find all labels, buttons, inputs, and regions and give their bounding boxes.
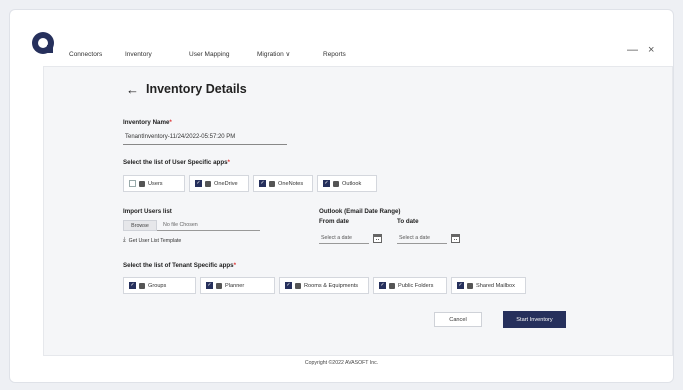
page-title: Inventory Details bbox=[146, 82, 247, 96]
checkbox-planner[interactable]: ✓ Planner bbox=[200, 277, 275, 294]
user-apps-label: Select the list of User Specific apps* bbox=[123, 159, 230, 166]
checkbox-box[interactable]: ✓ bbox=[195, 180, 202, 187]
tenant-apps-label: Select the list of Tenant Specific apps* bbox=[123, 262, 236, 269]
checkbox-box[interactable]: ✓ bbox=[379, 282, 386, 289]
nav-inventory[interactable]: Inventory bbox=[118, 50, 182, 67]
top-nav: Connectors Inventory User Mapping Migrat… bbox=[62, 50, 376, 67]
user-apps-group: Users ✓ OneDrive ✓ OneNotes ✓ Outlook bbox=[123, 175, 377, 192]
user-list-template-link[interactable]: ⤓ Get User List Template bbox=[123, 237, 181, 244]
inventory-name-label: Inventory Name* bbox=[123, 119, 172, 126]
app-window: Connectors Inventory User Mapping Migrat… bbox=[9, 9, 674, 383]
checkbox-label: OneDrive bbox=[214, 180, 238, 187]
checkbox-box[interactable]: ✓ bbox=[323, 180, 330, 187]
footer-copyright: Copyright ©2022 AVASOFT Inc. bbox=[304, 360, 379, 366]
outlook-icon bbox=[333, 180, 339, 187]
groups-icon bbox=[139, 282, 145, 289]
onedrive-icon bbox=[205, 180, 211, 187]
checkbox-box[interactable]: ✓ bbox=[129, 282, 136, 289]
app-logo bbox=[32, 32, 54, 54]
checkbox-groups[interactable]: ✓ Groups bbox=[123, 277, 196, 294]
calendar-icon[interactable] bbox=[373, 234, 382, 243]
to-date-label: To date bbox=[397, 218, 419, 225]
users-icon bbox=[139, 180, 145, 187]
inventory-name-input[interactable]: TenantInventory-11/24/2022-05:57:20 PM bbox=[123, 134, 287, 145]
checkbox-label: Public Folders bbox=[398, 282, 434, 289]
checkbox-users[interactable]: Users bbox=[123, 175, 185, 192]
from-date-label: From date bbox=[319, 218, 349, 225]
checkbox-label: Outlook bbox=[342, 180, 362, 187]
start-inventory-button[interactable]: Start Inventory bbox=[503, 311, 566, 328]
inventory-panel: ← Inventory Details Inventory Name* Tena… bbox=[43, 66, 673, 356]
onenote-icon bbox=[269, 180, 275, 187]
import-users-label: Import Users list bbox=[123, 208, 172, 215]
checkbox-onenotes[interactable]: ✓ OneNotes bbox=[253, 175, 313, 192]
mailbox-icon bbox=[467, 282, 473, 289]
to-date-input[interactable]: Select a date bbox=[397, 233, 447, 244]
outlook-range-label: Outlook (Email Date Range) bbox=[319, 208, 401, 215]
checkbox-outlook[interactable]: ✓ Outlook bbox=[317, 175, 377, 192]
calendar-icon[interactable] bbox=[451, 234, 460, 243]
checkbox-onedrive[interactable]: ✓ OneDrive bbox=[189, 175, 249, 192]
checkbox-label: OneNotes bbox=[278, 180, 304, 187]
checkbox-box[interactable]: ✓ bbox=[259, 180, 266, 187]
checkbox-label: Groups bbox=[148, 282, 167, 289]
checkbox-rooms-equipments[interactable]: ✓ Rooms & Equipments bbox=[279, 277, 369, 294]
checkbox-box[interactable]: ✓ bbox=[285, 282, 292, 289]
tenant-apps-group: ✓ Groups ✓ Planner ✓ Rooms & Equipments … bbox=[123, 277, 526, 294]
checkbox-public-folders[interactable]: ✓ Public Folders bbox=[373, 277, 447, 294]
checkbox-box[interactable] bbox=[129, 180, 136, 187]
user-apps-label-text: Select the list of User Specific apps bbox=[123, 159, 228, 166]
download-icon: ⤓ bbox=[123, 237, 126, 243]
template-link-text: Get User List Template bbox=[128, 237, 182, 244]
minimize-icon[interactable]: — bbox=[627, 44, 638, 56]
checkbox-label: Users bbox=[148, 180, 163, 187]
file-chosen-field[interactable]: No file Chosen bbox=[157, 220, 260, 231]
planner-icon bbox=[216, 282, 222, 289]
cancel-button[interactable]: Cancel bbox=[434, 312, 482, 327]
checkbox-label: Planner bbox=[225, 282, 245, 289]
nav-reports[interactable]: Reports bbox=[316, 50, 376, 64]
folder-icon bbox=[389, 282, 395, 289]
page-header: ← Inventory Details bbox=[126, 82, 247, 96]
nav-connectors[interactable]: Connectors bbox=[62, 50, 118, 64]
checkbox-shared-mailbox[interactable]: ✓ Shared Mailbox bbox=[451, 277, 526, 294]
rooms-icon bbox=[295, 282, 301, 289]
required-mark: * bbox=[227, 159, 230, 166]
checkbox-label: Shared Mailbox bbox=[476, 282, 515, 289]
inventory-name-label-text: Inventory Name bbox=[123, 119, 170, 126]
required-mark: * bbox=[169, 119, 172, 126]
checkbox-box[interactable]: ✓ bbox=[457, 282, 464, 289]
browse-button[interactable]: Browse bbox=[123, 220, 157, 231]
nav-migration[interactable]: Migration ∨ bbox=[250, 50, 316, 64]
tenant-apps-label-text: Select the list of Tenant Specific apps bbox=[123, 262, 234, 269]
nav-user-mapping[interactable]: User Mapping bbox=[182, 50, 250, 64]
from-date-input[interactable]: Select a date bbox=[319, 233, 369, 244]
required-mark: * bbox=[233, 262, 237, 269]
close-icon[interactable]: × bbox=[648, 44, 654, 56]
back-arrow-icon[interactable]: ← bbox=[126, 83, 139, 96]
checkbox-label: Rooms & Equipments bbox=[304, 282, 359, 289]
file-picker: Browse No file Chosen bbox=[123, 220, 260, 231]
checkbox-box[interactable]: ✓ bbox=[206, 282, 213, 289]
